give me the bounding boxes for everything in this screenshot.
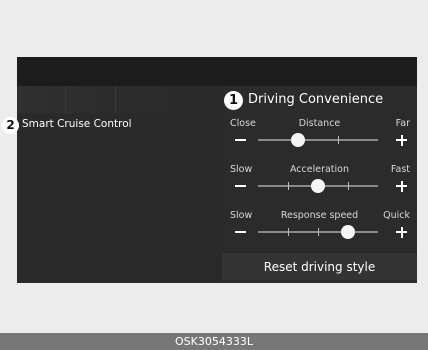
driving-convenience-panel: 1 Driving Convenience Close Distance Far… [222,86,417,283]
slider-tick [348,182,349,190]
reset-driving-style-button[interactable]: Reset driving style [222,253,417,280]
acceleration-slider[interactable]: Slow Acceleration Fast [222,164,417,206]
plus-icon-vertical[interactable] [400,180,403,192]
minus-icon[interactable] [235,231,246,233]
slider-tick [288,228,289,236]
left-menu-header [17,86,222,113]
acceleration-label: Acceleration [289,164,350,175]
panel-title-text: Driving Convenience [248,92,384,107]
infotainment-screen: 1 Driving Convenience Close Distance Far… [17,57,417,283]
slider-knob[interactable] [290,133,305,147]
distance-max-label: Far [395,118,410,129]
slider-track[interactable] [258,133,378,147]
slider-track[interactable] [258,179,378,193]
acceleration-max-label: Fast [390,164,410,175]
distance-label: Distance [298,118,341,129]
plus-icon-vertical[interactable] [400,134,403,146]
response-speed-slider[interactable]: Slow Response speed Quick [222,210,417,252]
distance-slider[interactable]: Close Distance Far [222,118,417,160]
slider-track[interactable] [258,225,378,239]
minus-icon[interactable] [235,185,246,187]
slider-tick [318,228,319,236]
panel-title: 1 Driving Convenience [224,90,414,110]
response-max-label: Quick [383,210,410,221]
top-status-bar [17,57,417,86]
callout-number-2: 2 [2,117,19,134]
plus-icon-vertical[interactable] [400,226,403,238]
callout-number-1: 1 [224,91,243,110]
minus-icon[interactable] [235,139,246,141]
slider-knob[interactable] [341,225,355,239]
slider-tick [338,136,339,144]
slider-tick [288,182,289,190]
menu-header-segment [115,86,116,113]
smart-cruise-control-label: Smart Cruise Control [22,118,132,130]
image-caption: OSK3054333L [0,333,428,350]
smart-cruise-control-item[interactable]: 2 Smart Cruise Control [2,117,202,135]
menu-header-segment [65,86,116,113]
slider-knob[interactable] [311,179,325,193]
menu-header-segment [17,86,66,113]
